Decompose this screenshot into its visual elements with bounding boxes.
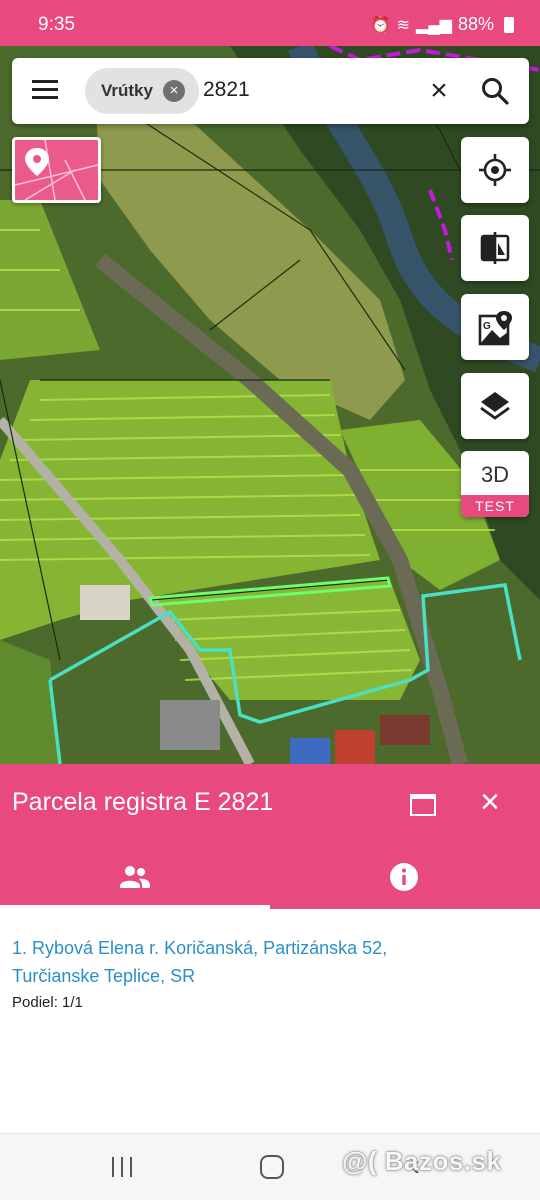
battery-icon — [504, 16, 514, 33]
compare-map-button[interactable] — [461, 215, 529, 281]
google-maps-button[interactable]: G — [461, 294, 529, 360]
status-bar: 9:35 ⏰ ≋ ▂▄▆ 88% — [0, 0, 540, 46]
watermark: @( Bazos.sk — [342, 1146, 502, 1176]
location-chip-label: Vrútky — [101, 81, 153, 100]
system-nav-bar: ‹ @( Bazos.sk — [0, 1133, 540, 1200]
clear-search-icon[interactable]: × — [424, 76, 454, 106]
google-map-icon: G — [478, 311, 512, 346]
3d-view-button[interactable]: 3D TEST — [461, 451, 529, 517]
owners-list: 1. Rybová Elena r. Koričanská, Partizáns… — [0, 909, 540, 1133]
tab-info[interactable] — [270, 852, 540, 909]
menu-icon[interactable] — [32, 80, 58, 100]
panel-title: Parcela registra E 2821 — [12, 788, 274, 816]
basemap-thumbnail-button[interactable] — [12, 137, 101, 203]
search-icon[interactable] — [480, 76, 510, 106]
layers-button[interactable] — [461, 373, 529, 439]
recent-apps-icon[interactable] — [110, 1157, 134, 1177]
alarm-icon: ⏰ — [370, 16, 391, 34]
chip-close-icon[interactable]: × — [163, 80, 185, 102]
layers-icon — [480, 392, 510, 420]
test-badge: TEST — [461, 495, 529, 517]
compare-icon — [480, 232, 510, 264]
status-time: 9:35 — [38, 14, 75, 35]
maximize-icon[interactable] — [410, 794, 436, 816]
home-icon[interactable] — [260, 1155, 284, 1179]
info-icon — [390, 863, 418, 891]
people-icon — [120, 866, 150, 888]
tab-owners[interactable] — [0, 852, 270, 909]
signal-icon: ▂▄▆ — [416, 16, 452, 34]
search-input[interactable]: 2821 — [203, 78, 250, 102]
battery-percent: 88% — [457, 14, 494, 34]
search-bar[interactable]: Vrútky × 2821 × — [12, 58, 529, 124]
location-pin-map-icon — [15, 140, 98, 200]
parcel-panel-header: Parcela registra E 2821 × — [0, 764, 540, 909]
3d-label: 3D — [480, 462, 510, 487]
owner-link[interactable]: 1. Rybová Elena r. Koričanská, Partizáns… — [12, 934, 452, 990]
my-location-button[interactable] — [461, 137, 529, 203]
svg-text:G: G — [483, 321, 491, 332]
owner-share: Podiel: 1/1 — [12, 994, 83, 1011]
close-panel-icon[interactable]: × — [476, 784, 504, 820]
status-icons: ⏰ ≋ ▂▄▆ 88% — [371, 14, 514, 35]
location-chip[interactable]: Vrútky × — [85, 68, 199, 114]
wifi-icon: ≋ — [396, 16, 411, 34]
crosshair-icon — [479, 154, 511, 186]
